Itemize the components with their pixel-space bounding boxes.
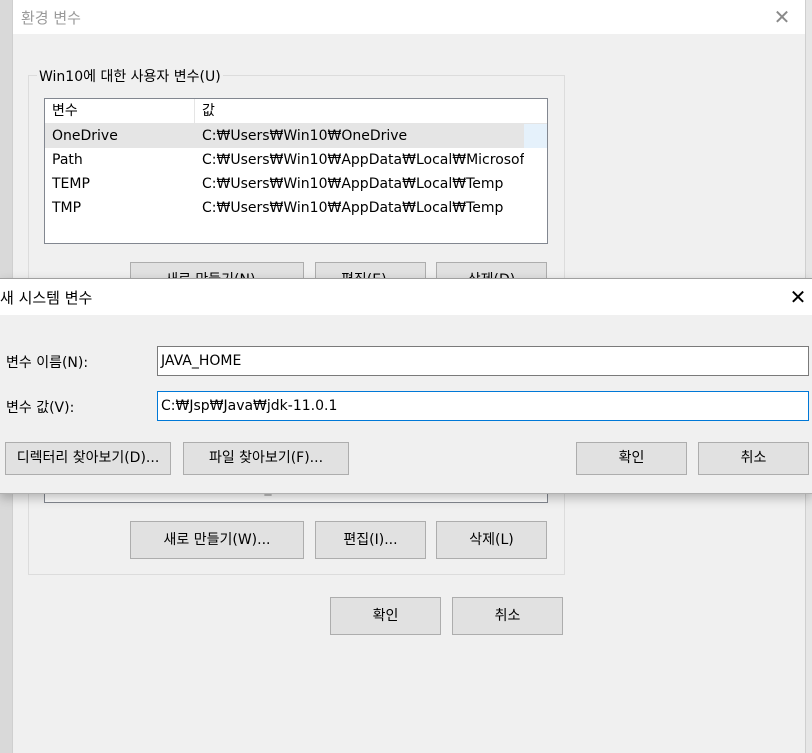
row-name: TMP — [52, 200, 82, 216]
env-close-icon[interactable]: ✕ — [769, 4, 795, 30]
env-window-title: 환경 변수 — [21, 9, 81, 27]
system-edit-button[interactable]: 편집(I)... — [315, 521, 426, 559]
row-name: OneDrive — [45, 124, 195, 148]
list-row-onedrive[interactable]: OneDrive C:₩Users₩Win10₩OneDrive — [45, 124, 547, 148]
row-name: TEMP — [52, 176, 90, 192]
column-header-value[interactable]: 값 — [195, 99, 215, 123]
variable-value-input[interactable]: C:₩Jsp₩Java₩jdk-11.0.1 — [157, 391, 809, 421]
dialog-ok-button[interactable]: 확인 — [576, 442, 687, 475]
dialog-titlebar: 새 시스템 변수 ✕ — [0, 279, 812, 315]
row-value: C:₩Users₩Win10₩AppData₩Local₩Temp — [202, 176, 504, 192]
variable-value-label: 변수 값(V): — [6, 400, 75, 416]
variable-name-input[interactable]: JAVA_HOME — [157, 346, 809, 376]
env-titlebar: 환경 변수 ✕ — [13, 0, 805, 34]
row-name: Path — [52, 152, 83, 168]
row-value: C:₩Users₩Win10₩AppData₩Local₩Temp — [202, 200, 504, 216]
dialog-title: 새 시스템 변수 — [0, 289, 93, 307]
row-value: C:₩Users₩Win10₩AppData₩Local₩Microsoft..… — [202, 152, 524, 168]
env-ok-button[interactable]: 확인 — [330, 597, 441, 635]
variable-name-label: 변수 이름(N): — [6, 355, 89, 371]
row-value: C:₩Users₩Win10₩OneDrive — [195, 124, 524, 148]
column-header-variable[interactable]: 변수 — [45, 99, 195, 123]
dialog-close-icon[interactable]: ✕ — [786, 285, 810, 309]
system-delete-button[interactable]: 삭제(L) — [436, 521, 547, 559]
browse-directory-button[interactable]: 디렉터리 찾아보기(D)... — [5, 442, 171, 475]
list-row-temp[interactable]: TEMP C:₩Users₩Win10₩AppData₩Local₩Temp — [45, 172, 547, 196]
system-new-button[interactable]: 새로 만들기(W)... — [130, 521, 304, 559]
list-row-path[interactable]: Path C:₩Users₩Win10₩AppData₩Local₩Micros… — [45, 148, 547, 172]
new-system-variable-dialog: 새 시스템 변수 ✕ 변수 이름(N): JAVA_HOME 변수 값(V): … — [0, 278, 812, 494]
user-variables-group-label: Win10에 대한 사용자 변수(U) — [37, 66, 223, 86]
list-row-tmp[interactable]: TMP C:₩Users₩Win10₩AppData₩Local₩Temp — [45, 196, 547, 220]
dialog-cancel-button[interactable]: 취소 — [698, 442, 809, 475]
env-cancel-button[interactable]: 취소 — [452, 597, 563, 635]
browse-file-button[interactable]: 파일 찾아보기(F)... — [183, 442, 349, 475]
list-header: 변수 값 — [45, 99, 547, 124]
user-variables-list[interactable]: 변수 값 OneDrive C:₩Users₩Win10₩OneDrive Pa… — [44, 98, 548, 244]
